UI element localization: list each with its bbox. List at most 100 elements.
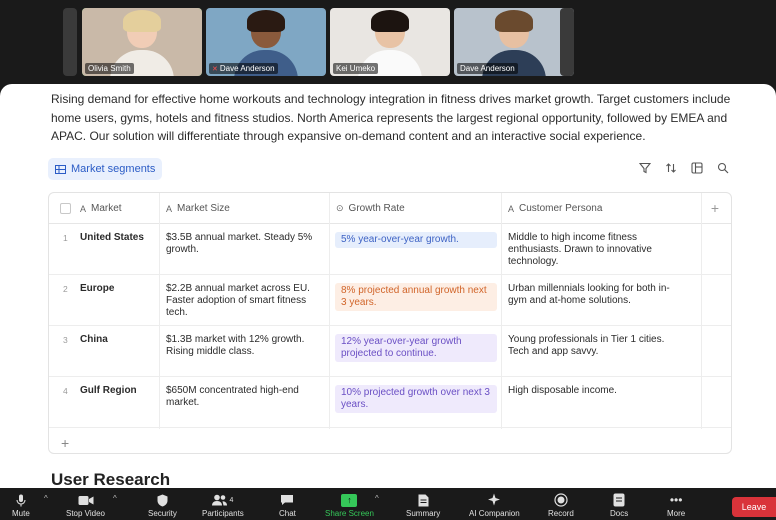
column-header-market[interactable]: A Market xyxy=(80,193,122,224)
customer-persona-cell[interactable]: Middle to high income fitness enthusiast… xyxy=(508,232,688,268)
chevron-up-icon[interactable]: ^ xyxy=(375,494,379,503)
participant-name-tag: Olivia Smith xyxy=(85,63,134,74)
participant-name: Dave Anderson xyxy=(219,64,275,73)
customer-persona-cell[interactable]: Urban millennials looking for both in-gy… xyxy=(508,283,688,307)
add-row-button[interactable]: + xyxy=(61,435,69,451)
participants-label: Participants xyxy=(202,509,244,518)
participant-hair xyxy=(123,10,161,32)
ai-companion-button[interactable]: AI Companion xyxy=(469,491,520,518)
participant-name: Olivia Smith xyxy=(88,64,131,73)
table-row[interactable]: 3 China $1.3B market with 12% growth. Ri… xyxy=(49,326,731,377)
shared-document: Rising demand for effective home workout… xyxy=(0,84,776,488)
text-field-icon: A xyxy=(166,203,173,214)
video-tile-dave-anderson[interactable]: ✕ Dave Anderson xyxy=(206,8,326,76)
sparkle-icon xyxy=(487,491,501,509)
column-header-label: Customer Persona xyxy=(519,203,603,214)
more-button[interactable]: ••• More xyxy=(667,491,685,518)
search-icon[interactable] xyxy=(716,161,730,175)
video-tile-edge xyxy=(63,8,77,76)
customer-persona-cell[interactable]: Young professionals in Tier 1 cities. Te… xyxy=(508,334,688,358)
customer-persona-cell[interactable]: High disposable income. xyxy=(508,385,688,397)
market-size-cell[interactable]: $2.2B annual market across EU. Faster ad… xyxy=(166,283,326,319)
chevron-up-icon[interactable]: ^ xyxy=(113,494,117,503)
participant-name: Dave Anderson xyxy=(460,64,515,73)
record-icon xyxy=(554,491,568,509)
meeting-controls-bar: Mute ^ Stop Video ^ Security 4 Participa… xyxy=(0,488,776,520)
more-label: More xyxy=(667,509,686,518)
table-view-tab[interactable]: Market segments xyxy=(48,158,163,180)
row-number: 4 xyxy=(63,386,68,396)
table-grid-icon xyxy=(55,164,66,174)
growth-rate-tag[interactable]: 10% projected growth over next 3 years. xyxy=(335,385,497,413)
share-screen-icon: ↑ xyxy=(341,491,358,509)
docs-button[interactable]: Docs xyxy=(610,491,628,518)
intro-paragraph: Rising demand for effective home workout… xyxy=(51,92,731,143)
share-screen-button[interactable]: ↑ Share Screen xyxy=(325,491,374,518)
column-header-label: Market Size xyxy=(177,203,230,214)
filter-icon[interactable] xyxy=(638,161,652,175)
market-size-cell[interactable]: $650M concentrated high-end market. xyxy=(166,385,326,409)
video-camera-icon xyxy=(78,491,94,509)
mute-button[interactable]: Mute xyxy=(12,491,30,518)
growth-rate-tag[interactable]: 12% year-over-year growth projected to c… xyxy=(335,334,497,362)
summary-button[interactable]: Summary xyxy=(406,491,440,518)
market-cell[interactable]: United States xyxy=(80,232,144,244)
chat-button[interactable]: Chat xyxy=(279,491,296,518)
video-tile-kei-umeko[interactable]: Kei Umeko xyxy=(330,8,450,76)
market-cell[interactable]: Europe xyxy=(80,283,114,295)
column-header-label: Growth Rate xyxy=(348,203,405,214)
video-strip: Olivia Smith ✕ Dave Anderson Kei Umeko D… xyxy=(0,0,776,84)
video-tile-dave-anderson-2[interactable]: Dave Anderson xyxy=(454,8,574,76)
market-segments-table: A Market A Market Size ⊙ Growth Rate A C… xyxy=(48,192,732,454)
participant-count: 4 xyxy=(229,496,234,504)
participant-hair xyxy=(495,10,533,32)
security-label: Security xyxy=(148,509,177,518)
growth-rate-tag[interactable]: 5% year-over-year growth. xyxy=(335,232,497,248)
row-number: 3 xyxy=(63,335,68,345)
stop-video-label: Stop Video xyxy=(66,509,105,518)
text-field-icon: A xyxy=(80,203,87,214)
sort-icon[interactable] xyxy=(664,161,678,175)
ai-companion-label: AI Companion xyxy=(469,509,520,518)
table-view-label: Market segments xyxy=(71,163,156,175)
market-cell[interactable]: Gulf Region xyxy=(80,385,137,397)
stop-video-button[interactable]: Stop Video xyxy=(66,491,105,518)
leave-button[interactable]: Leave xyxy=(732,497,776,517)
growth-rate-tag[interactable]: 8% projected annual growth next 3 years. xyxy=(335,283,497,311)
section-heading: User Research xyxy=(51,470,171,488)
market-size-cell[interactable]: $1.3B market with 12% growth. Rising mid… xyxy=(166,334,326,358)
layout-icon[interactable] xyxy=(690,161,704,175)
microphone-icon xyxy=(16,491,26,509)
video-tile-olivia-smith[interactable]: Olivia Smith xyxy=(82,8,202,76)
security-button[interactable]: Security xyxy=(148,491,177,518)
market-size-cell[interactable]: $3.5B annual market. Steady 5% growth. xyxy=(166,232,326,256)
column-header-growth-rate[interactable]: ⊙ Growth Rate xyxy=(336,193,405,224)
add-column-button[interactable]: + xyxy=(711,200,719,216)
participant-name-tag: ✕ Dave Anderson xyxy=(209,63,278,74)
summary-label: Summary xyxy=(406,509,441,518)
chat-label: Chat xyxy=(279,509,296,518)
record-button[interactable]: Record xyxy=(548,491,574,518)
participant-hair xyxy=(247,10,285,32)
table-toolbar xyxy=(638,161,730,175)
table-row[interactable]: 1 United States $3.5B annual market. Ste… xyxy=(49,224,731,275)
participant-name: Kei Umeko xyxy=(336,64,376,73)
market-cell[interactable]: China xyxy=(80,334,108,346)
participant-hair xyxy=(371,10,409,32)
column-header-label: Market xyxy=(91,203,122,214)
record-label: Record xyxy=(548,509,574,518)
row-number: 1 xyxy=(63,233,68,243)
chevron-up-icon[interactable]: ^ xyxy=(44,494,48,503)
participant-name-tag: Kei Umeko xyxy=(333,63,379,74)
select-all-checkbox[interactable] xyxy=(60,203,71,214)
document-icon xyxy=(418,491,429,509)
table-row[interactable]: 2 Europe $2.2B annual market across EU. … xyxy=(49,275,731,326)
participants-button[interactable]: 4 Participants xyxy=(202,491,244,518)
shield-icon xyxy=(157,491,168,509)
row-number: 2 xyxy=(63,284,68,294)
column-header-market-size[interactable]: A Market Size xyxy=(166,193,230,224)
table-row[interactable]: 4 Gulf Region $650M concentrated high-en… xyxy=(49,377,731,428)
column-header-customer-persona[interactable]: A Customer Persona xyxy=(508,193,602,224)
chat-bubble-icon xyxy=(280,491,294,509)
participants-icon: 4 xyxy=(212,491,233,509)
